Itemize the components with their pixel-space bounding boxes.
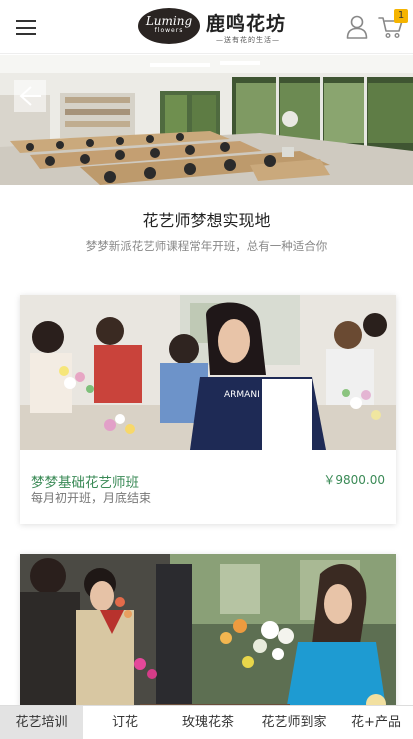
course-photo: ARMANI xyxy=(20,295,396,450)
course-card[interactable]: ARMANI 梦梦基础花艺师班 ￥9800.00 每月初开班，月底结束 xyxy=(20,295,396,524)
course-name[interactable]: 梦梦基础花艺师班 xyxy=(31,471,139,491)
nav-item-flower-products[interactable]: 花+产品 xyxy=(339,706,413,739)
logo-slogan: —送有花的生活— xyxy=(216,36,280,44)
hero-banner[interactable] xyxy=(0,55,413,185)
classroom-photo xyxy=(0,55,413,185)
logo-name: 鹿鸣花坊 xyxy=(206,13,287,35)
top-header: Luming flowers 鹿鸣花坊 —送有花的生活— 1 xyxy=(0,0,413,54)
course-description: 每月初开班，月底结束 xyxy=(31,491,152,505)
brand-logo[interactable]: Luming flowers 鹿鸣花坊 —送有花的生活— xyxy=(138,5,285,49)
logo-sub-text: flowers xyxy=(154,27,184,34)
logo-script-text: Luming xyxy=(145,14,193,28)
cart-icon[interactable]: 1 xyxy=(378,9,408,39)
cart-count-badge: 1 xyxy=(394,9,408,23)
course-price: ￥9800.00 xyxy=(323,473,385,487)
arrow-left-icon[interactable] xyxy=(14,80,46,112)
nav-item-florist-home[interactable]: 花艺师到家 xyxy=(249,706,339,739)
user-icon[interactable] xyxy=(346,15,368,39)
shirt-print-text: ARMANI xyxy=(224,390,260,400)
logo-badge: Luming flowers xyxy=(138,8,200,44)
menu-icon[interactable] xyxy=(16,20,36,35)
nav-item-order-flowers[interactable]: 订花 xyxy=(83,706,167,739)
nav-item-floral-training[interactable]: 花艺培训 xyxy=(0,706,83,739)
section-title: 花艺师梦想实现地 xyxy=(142,211,271,230)
nav-item-rose-tea[interactable]: 玫瑰花茶 xyxy=(167,706,249,739)
section-subtitle: 梦梦新派花艺师课程常年开班，总有一种适合你 xyxy=(85,239,328,253)
bottom-nav: 花艺培训 订花 玫瑰花茶 花艺师到家 花+产品 xyxy=(0,705,413,739)
